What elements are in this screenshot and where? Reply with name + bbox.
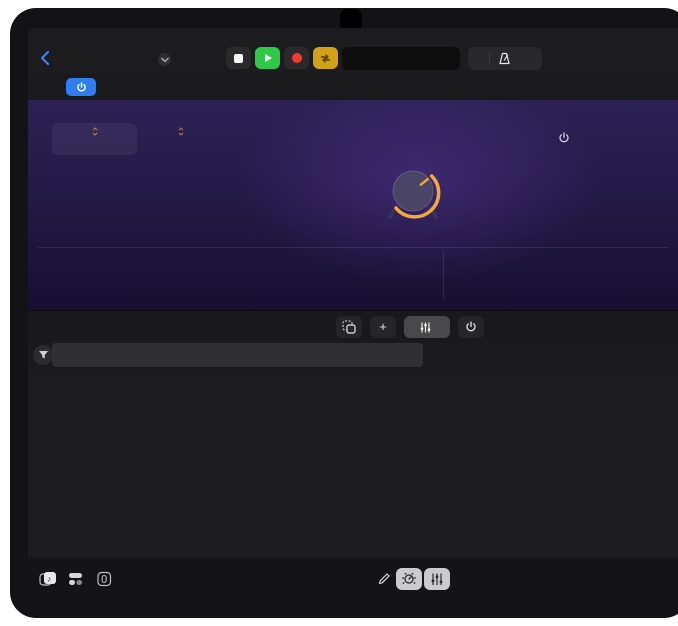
drive-knob-group	[380, 160, 446, 219]
model-selector[interactable]	[52, 123, 137, 155]
plugin-body	[28, 100, 678, 310]
filter-icon	[38, 350, 49, 360]
model-value	[52, 127, 137, 137]
controls-view-button[interactable]	[396, 568, 422, 590]
back-chevron-icon[interactable]	[38, 50, 54, 66]
style-value	[146, 127, 216, 137]
knob-icon	[402, 572, 416, 586]
loop-browser-button[interactable]: ♪	[38, 569, 58, 589]
record-button[interactable]	[284, 47, 309, 69]
record-icon	[292, 53, 302, 63]
mixer-power-button[interactable]	[458, 316, 484, 338]
loop-browser-icon: ♪	[39, 571, 57, 587]
add-track-button[interactable]: +	[370, 316, 396, 338]
stepper-icon	[92, 127, 98, 136]
count-in-metronome-group	[468, 47, 542, 70]
mixer-toolbar: +	[28, 310, 678, 342]
filter-button[interactable]	[33, 345, 53, 365]
regions-icon	[342, 320, 356, 334]
track-stack-icon	[68, 572, 84, 586]
divider	[38, 247, 668, 248]
svg-text:♪: ♪	[47, 575, 51, 584]
faders-icon	[431, 573, 443, 586]
play-icon	[263, 53, 273, 63]
screen: +	[28, 28, 678, 600]
navigator-viewport[interactable]	[52, 343, 423, 367]
stop-button[interactable]	[226, 47, 251, 69]
power-icon	[76, 82, 87, 93]
main-toolbar	[28, 44, 678, 74]
cycle-button[interactable]	[313, 47, 338, 69]
pencil-icon	[377, 572, 391, 586]
plugin-power-toggle[interactable]	[66, 78, 96, 96]
divider	[443, 252, 444, 300]
song-menu-chevron-icon[interactable]	[158, 53, 171, 66]
ipad-frame: +	[10, 8, 678, 618]
lcd-display[interactable]	[342, 47, 460, 70]
mix-view-button[interactable]	[404, 316, 450, 338]
mixer-navigator	[28, 342, 678, 369]
power-icon	[465, 321, 477, 333]
plus-icon: +	[379, 322, 387, 332]
style-selector[interactable]	[146, 127, 216, 157]
metronome-button[interactable]	[498, 52, 511, 65]
stepper-icon	[178, 127, 184, 136]
metronome-icon	[498, 52, 511, 65]
stop-icon	[234, 54, 243, 63]
bypass-power-icon[interactable]	[558, 132, 570, 144]
bottom-toolbar: ♪	[28, 558, 678, 600]
plugin-header	[28, 74, 678, 100]
mixer-faders-icon	[420, 322, 431, 333]
plugin-slot-button[interactable]	[94, 569, 114, 589]
drive-knob[interactable]	[385, 163, 441, 219]
regions-button[interactable]	[336, 316, 362, 338]
track-stack-button[interactable]	[66, 569, 86, 589]
status-bar	[28, 28, 678, 44]
cycle-icon	[319, 53, 332, 64]
divider	[489, 52, 490, 65]
play-button[interactable]	[255, 47, 280, 69]
edit-pencil-button[interactable]	[374, 569, 394, 589]
plugin-slot-icon	[97, 571, 112, 587]
channel-strip-area	[28, 369, 678, 558]
faders-view-button[interactable]	[424, 568, 450, 590]
